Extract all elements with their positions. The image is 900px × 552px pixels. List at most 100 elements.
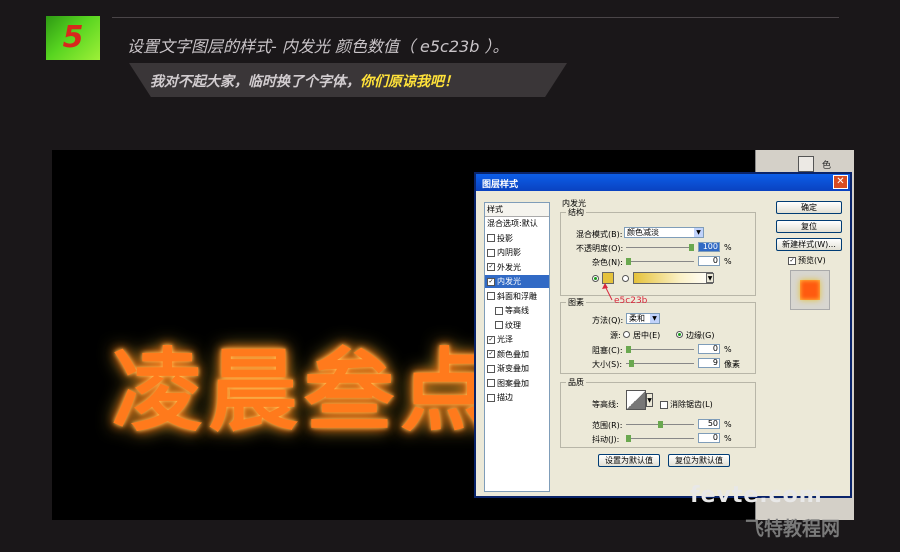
opacity-value[interactable]: 100 xyxy=(698,242,720,252)
source-label: 源: xyxy=(610,331,621,340)
style-item[interactable]: 图案叠加 xyxy=(487,377,529,390)
new-style-button[interactable]: 新建样式(W)... xyxy=(776,238,842,251)
style-checkbox[interactable]: ✓ xyxy=(487,335,495,344)
size-slider[interactable] xyxy=(626,360,694,367)
style-item[interactable]: 描边 xyxy=(487,391,513,404)
reset-default-button[interactable]: 复位为默认值 xyxy=(668,454,730,467)
jitter-thumb[interactable] xyxy=(626,435,631,442)
annotation-arrow-icon xyxy=(602,283,613,301)
style-item-label: 投影 xyxy=(497,233,513,243)
gradient-dropdown-icon[interactable]: ▼ xyxy=(706,273,714,283)
style-item[interactable]: 渐变叠加 xyxy=(487,362,529,375)
choke-thumb[interactable] xyxy=(626,346,631,353)
noise-slider[interactable] xyxy=(626,258,694,265)
layer-style-dialog: 图层样式 ✕ 样式 混合选项:默认投影内阴影 ✓ 外发光 ✓ 内发光斜面和浮雕等高线纹理… xyxy=(474,172,852,498)
style-item[interactable]: 等高线 xyxy=(495,304,529,317)
style-checkbox[interactable] xyxy=(487,379,495,387)
style-item[interactable]: ✓ 光泽 xyxy=(487,333,513,346)
choke-slider[interactable] xyxy=(626,346,694,353)
dialog-titlebar[interactable]: 图层样式 ✕ xyxy=(476,174,850,191)
style-item[interactable]: 斜面和浮雕 xyxy=(487,290,537,303)
style-checkbox[interactable] xyxy=(487,234,495,242)
style-item[interactable]: 内阴影 xyxy=(487,246,521,259)
style-checkbox[interactable] xyxy=(487,248,495,257)
style-checkbox[interactable] xyxy=(487,364,495,373)
contour-picker[interactable] xyxy=(626,390,646,410)
style-item-label: 混合选项:默认 xyxy=(487,219,538,228)
noise-value[interactable]: 0 xyxy=(698,256,720,266)
reset-button[interactable]: 复位 xyxy=(776,220,842,233)
blend-mode-select[interactable]: 颜色减淡 ▼ xyxy=(624,227,704,238)
step-badge: 5 xyxy=(46,16,100,60)
style-checkbox[interactable] xyxy=(487,393,495,402)
style-item-label: 颜色叠加 xyxy=(497,349,529,359)
anti-alias-box[interactable] xyxy=(660,400,668,409)
source-center-radio[interactable] xyxy=(623,331,630,338)
range-value[interactable]: 50 xyxy=(698,419,720,429)
style-checkbox[interactable]: ✓ xyxy=(487,350,495,358)
preview-checkbox[interactable]: ✓ 预览(V) xyxy=(788,255,826,266)
size-value[interactable]: 9 xyxy=(698,358,720,368)
noise-thumb[interactable] xyxy=(626,258,631,265)
styles-list: 样式 混合选项:默认 投影 内阴影 ✓ 外发光 ✓ 内发光 斜面和浮雕 等高线 纹理 ✓ 光泽 ✓ 颜色叠… xyxy=(484,202,550,492)
blend-mode-label: 混合模式(B): xyxy=(576,230,623,239)
style-checkbox[interactable]: ✓ xyxy=(487,277,495,286)
contour-label: 等高线: xyxy=(592,400,619,409)
style-item[interactable]: ✓ 内发光 xyxy=(485,275,549,288)
solid-color-radio[interactable] xyxy=(592,275,599,282)
divider-line xyxy=(112,17,839,18)
step-number: 5 xyxy=(62,20,84,55)
panel-label: 色 xyxy=(822,161,832,171)
source-center-label: 居中(E) xyxy=(633,331,661,340)
glowing-title-text: 凌晨叁点 xyxy=(112,339,496,444)
watermark-site-name: 飞特教程网 xyxy=(745,518,841,540)
opacity-slider[interactable] xyxy=(626,244,694,251)
technique-select[interactable]: 柔和 ▼ xyxy=(626,313,660,324)
banner-text: 我对不起大家，临时换了个字体，你们原谅我吧！ xyxy=(150,71,458,91)
style-checkbox[interactable]: ✓ xyxy=(487,263,495,271)
style-item-label: 纹理 xyxy=(505,320,521,330)
style-checkbox[interactable] xyxy=(495,306,503,315)
noise-unit: % xyxy=(724,257,732,266)
technique-label: 方法(Q): xyxy=(592,316,624,325)
size-unit: 像素 xyxy=(724,360,740,369)
jitter-unit: % xyxy=(724,434,732,443)
jitter-value[interactable]: 0 xyxy=(698,433,720,443)
gradient-preview[interactable] xyxy=(633,272,713,284)
style-checkbox[interactable] xyxy=(487,292,495,300)
opacity-thumb[interactable] xyxy=(689,244,694,251)
style-item-label: 描边 xyxy=(497,393,513,402)
choke-label: 阻塞(C): xyxy=(592,346,623,355)
preview-swatch xyxy=(800,280,820,300)
make-default-button[interactable]: 设置为默认值 xyxy=(598,454,660,467)
preview-check-icon[interactable]: ✓ xyxy=(788,256,796,265)
jitter-label: 抖动(J): xyxy=(592,435,620,444)
size-label: 大小(S): xyxy=(592,360,623,369)
play-icon[interactable] xyxy=(798,156,814,172)
style-item[interactable]: 混合选项:默认 xyxy=(487,217,538,230)
chevron-down-icon: ▼ xyxy=(694,228,703,237)
banner-apology: 我对不起大家，临时换了个字体， xyxy=(150,74,360,90)
style-item[interactable]: ✓ 颜色叠加 xyxy=(487,348,529,361)
size-thumb[interactable] xyxy=(628,360,634,367)
ok-button[interactable]: 确定 xyxy=(776,201,842,214)
chevron-down-icon: ▼ xyxy=(650,314,659,323)
style-item-label: 光泽 xyxy=(497,335,513,344)
styles-header[interactable]: 样式 xyxy=(485,203,549,217)
choke-value[interactable]: 0 xyxy=(698,344,720,354)
contour-dropdown-icon[interactable]: ▼ xyxy=(646,393,653,407)
anti-alias-checkbox[interactable]: 消除锯齿(L) xyxy=(660,399,713,410)
source-edge-radio[interactable] xyxy=(676,331,683,338)
style-checkbox[interactable] xyxy=(495,321,503,329)
range-slider[interactable] xyxy=(626,421,694,428)
style-item[interactable]: 纹理 xyxy=(495,319,521,332)
gradient-radio[interactable] xyxy=(622,275,629,282)
quality-label: 品质 xyxy=(566,377,586,388)
range-thumb[interactable] xyxy=(657,421,663,428)
close-icon[interactable]: ✕ xyxy=(833,175,848,189)
style-item[interactable]: 投影 xyxy=(487,232,513,245)
range-label: 范围(R): xyxy=(592,421,623,430)
style-item[interactable]: ✓ 外发光 xyxy=(487,261,521,274)
style-item-label: 斜面和浮雕 xyxy=(497,291,537,301)
jitter-slider[interactable] xyxy=(626,435,694,442)
